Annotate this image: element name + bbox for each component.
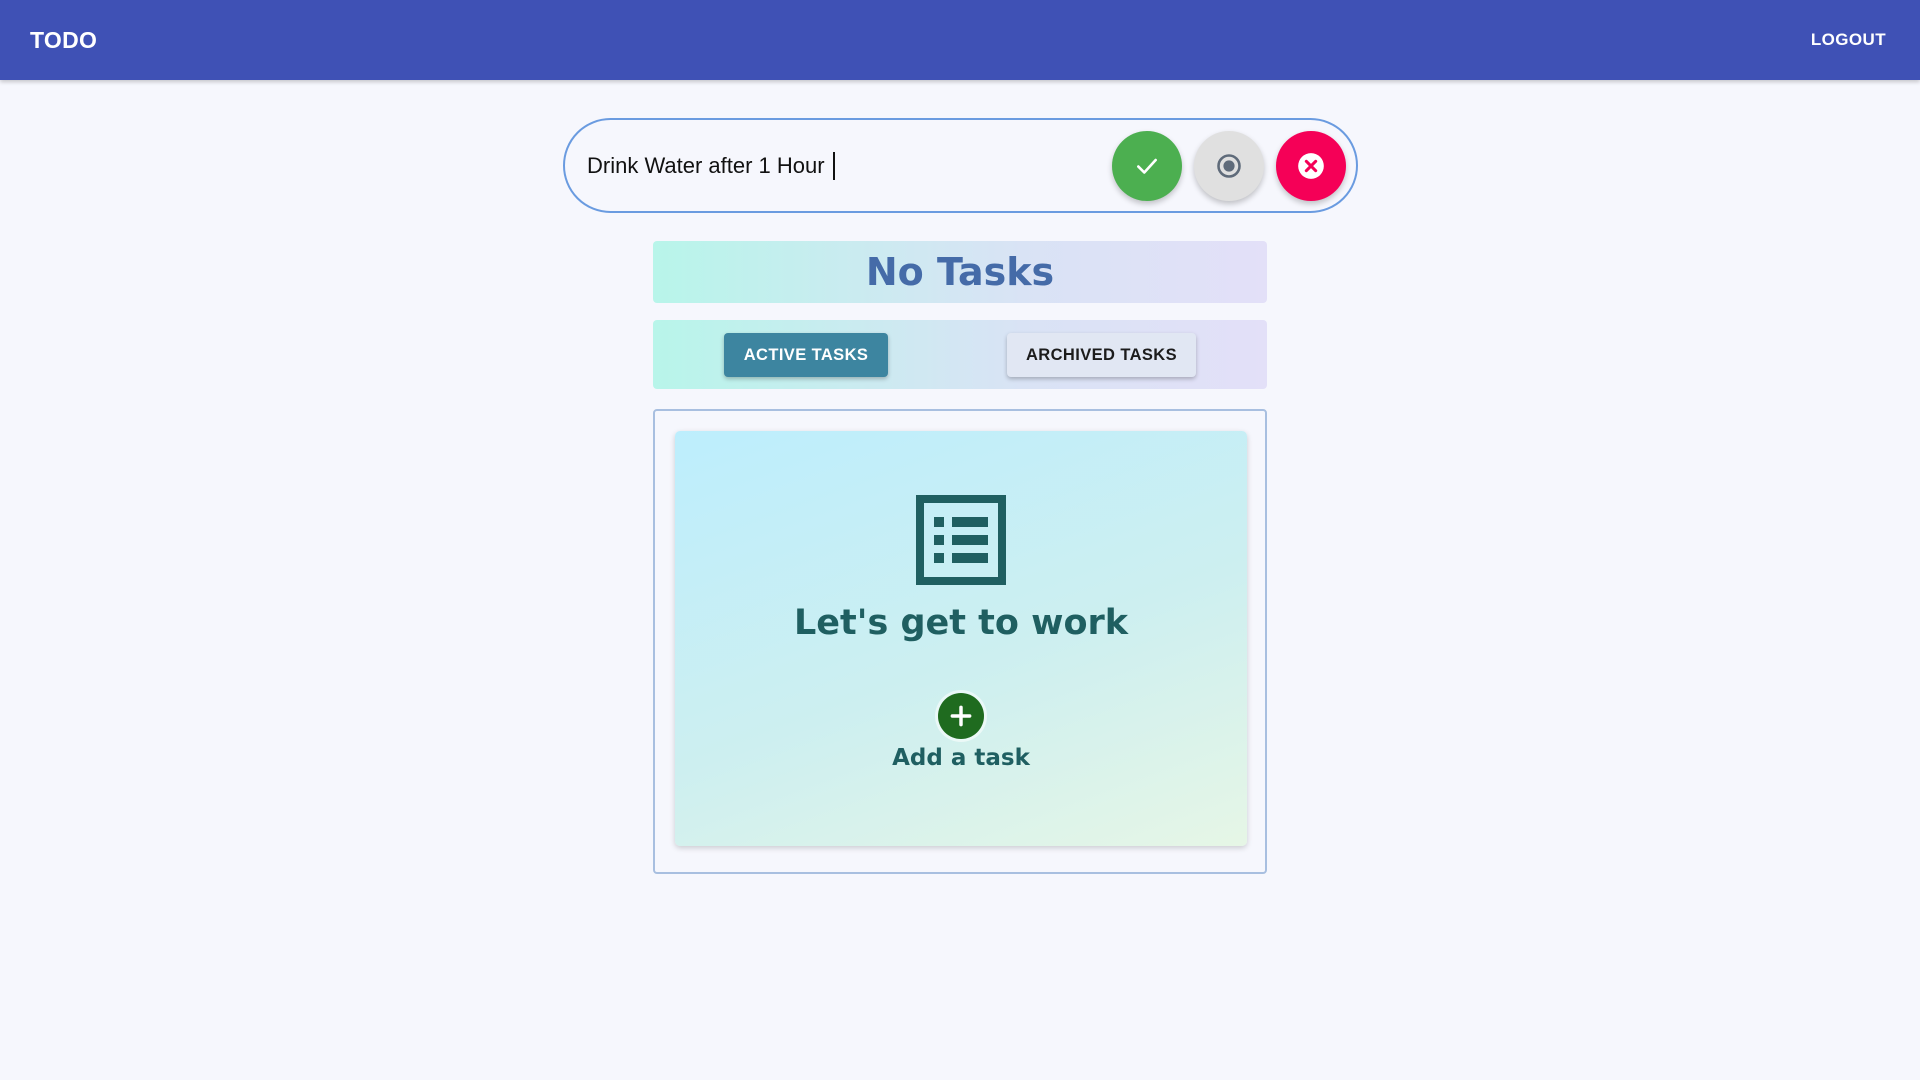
task-list-container: Let's get to work Add a task <box>653 409 1267 874</box>
status-title: No Tasks <box>865 250 1055 294</box>
add-circle-icon <box>950 705 972 727</box>
text-cursor <box>833 152 835 180</box>
add-task-label[interactable]: Add a task <box>675 745 1247 771</box>
status-panel: No Tasks <box>653 241 1267 303</box>
tab-active-tasks[interactable]: ACTIVE TASKS <box>724 333 888 377</box>
check-icon <box>1137 158 1157 174</box>
app-bar: TODO LOGOUT <box>0 0 1920 80</box>
confirm-button[interactable] <box>1112 131 1182 201</box>
empty-state-card: Let's get to work Add a task <box>675 431 1247 846</box>
task-input-container <box>563 118 1358 213</box>
add-task-button[interactable] <box>938 693 984 739</box>
list-icon <box>916 495 1006 585</box>
empty-state-title: Let's get to work <box>793 603 1129 643</box>
logout-button[interactable]: LOGOUT <box>1801 24 1896 56</box>
close-circle-icon <box>1298 153 1324 179</box>
target-button[interactable] <box>1194 131 1264 201</box>
tab-archived-tasks[interactable]: ARCHIVED TASKS <box>1007 333 1196 377</box>
clear-button[interactable] <box>1276 131 1346 201</box>
app-title: TODO <box>30 26 98 53</box>
radio-target-icon <box>1217 154 1241 178</box>
task-input[interactable] <box>585 142 1085 190</box>
tabs-panel: ACTIVE TASKS ARCHIVED TASKS <box>653 320 1267 389</box>
